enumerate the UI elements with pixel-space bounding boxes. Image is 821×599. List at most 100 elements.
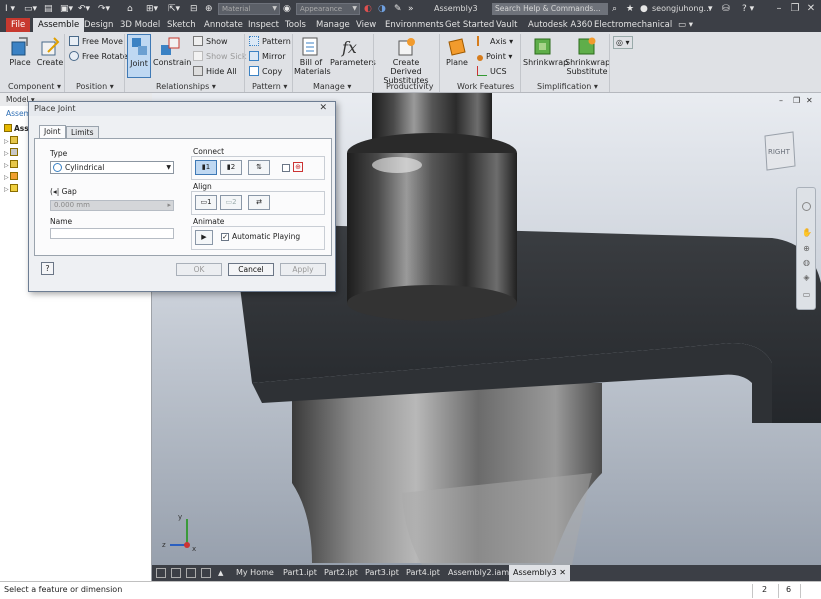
tab-list-icon[interactable]: ▲ <box>218 565 223 581</box>
doc-tab-part3[interactable]: Part3.ipt <box>365 565 399 581</box>
doc-tab-assembly2[interactable]: Assembly2.iam <box>448 565 509 581</box>
tab-view[interactable]: View <box>351 18 381 32</box>
mirror-button[interactable]: Mirror <box>249 51 286 62</box>
apply-button[interactable]: Apply <box>280 263 326 276</box>
user-icon[interactable]: ● <box>640 3 648 15</box>
select-icon[interactable]: ⇱▾ <box>168 3 180 15</box>
doc-tab-assembly3[interactable]: Assembly3 ✕ <box>509 565 570 581</box>
hide-all-button[interactable]: Hide All <box>193 66 237 77</box>
joint-type-dropdown[interactable]: Cylindrical ▼ <box>50 161 174 174</box>
tab-electromechanical[interactable]: Electromechanical <box>589 18 677 32</box>
align-first-button[interactable]: ▭1 <box>195 195 217 210</box>
tab-vault[interactable]: Vault <box>491 18 522 32</box>
minimize-button[interactable]: – <box>772 2 786 15</box>
viewport-minimize-button[interactable]: – <box>779 96 783 105</box>
doc-tab-part2[interactable]: Part2.ipt <box>324 565 358 581</box>
joint-button[interactable]: Joint <box>127 34 151 78</box>
flip-alignment-button[interactable]: ⇄ <box>248 195 270 210</box>
dialog-close-button[interactable]: ✕ <box>319 103 327 113</box>
tab-sketch[interactable]: Sketch <box>162 18 201 32</box>
pattern-button[interactable]: Pattern <box>249 36 291 47</box>
play-button[interactable]: ▶ <box>195 230 213 245</box>
point-button[interactable]: Point ▾ <box>477 51 512 62</box>
connect-second-button[interactable]: ▮2 <box>220 160 242 175</box>
tab-inspect[interactable]: Inspect <box>243 18 284 32</box>
open-icon[interactable]: ▤ <box>44 3 53 15</box>
create-derived-substitutes-button[interactable]: Create Derived Substitutes <box>376 36 436 85</box>
tab-joint[interactable]: Joint <box>39 125 66 139</box>
tree-item[interactable]: ▷ <box>4 135 29 147</box>
viewport-close-button[interactable]: ✕ <box>806 96 813 105</box>
doc-tab-part1[interactable]: Part1.ipt <box>283 565 317 581</box>
align-second-button[interactable]: ▭2 <box>220 195 242 210</box>
redo-icon[interactable]: ↷▾ <box>98 3 110 15</box>
axis-button[interactable]: Axis ▾ <box>477 36 513 47</box>
pan-icon[interactable]: ✋ <box>802 228 812 237</box>
new-icon[interactable]: ▭▾ <box>24 3 37 15</box>
gap-field[interactable]: 0.000 mm ▸ <box>50 200 174 211</box>
tree-item[interactable]: ▷ <box>4 159 29 171</box>
doc-tab-my-home[interactable]: My Home <box>236 565 274 581</box>
simplification-group-label[interactable]: Simplification ▾ <box>537 81 598 92</box>
constrain-button[interactable]: Constrain <box>153 36 191 67</box>
update-icon[interactable]: ⊞▾ <box>146 3 158 15</box>
doc-tab-part4[interactable]: Part4.ipt <box>406 565 440 581</box>
create-button[interactable]: Create <box>36 36 64 67</box>
automatic-playing-checkbox[interactable]: ✓ <box>221 233 229 241</box>
name-field[interactable] <box>50 228 174 239</box>
tab-tools[interactable]: Tools <box>280 18 311 32</box>
copy-button[interactable]: Copy <box>249 66 282 77</box>
clear-appearance-icon[interactable]: ◐ <box>364 3 372 15</box>
zoom-icon[interactable]: ⊕ <box>802 244 811 253</box>
place-button[interactable]: Place <box>6 36 34 67</box>
material-combo[interactable]: Material ▼ <box>218 3 280 15</box>
view-face-icon[interactable]: ▭ <box>802 290 811 299</box>
arrange-icon[interactable] <box>201 568 211 578</box>
bill-of-materials-button[interactable]: Bill of Materials <box>294 36 331 76</box>
help-icon[interactable]: ? ▾ <box>742 3 754 15</box>
free-rotate-button[interactable]: Free Rotate <box>69 51 128 62</box>
viewport-restore-button[interactable]: ❐ <box>793 96 800 105</box>
component-group-label[interactable]: Component ▾ <box>8 81 61 92</box>
look-at-icon[interactable]: ◈ <box>802 273 811 282</box>
lock-icon[interactable]: ⊕ <box>293 162 303 172</box>
adjust-appearance-icon[interactable]: ◑ <box>378 3 386 15</box>
binoculars-icon[interactable]: ⌕ <box>612 3 617 15</box>
ucs-button[interactable]: UCS <box>477 66 507 77</box>
help-button[interactable]: ? <box>41 262 54 275</box>
parameters-button[interactable]: fx Parameters <box>330 36 376 67</box>
close-window-button[interactable]: ✕ <box>804 2 818 15</box>
save-icon[interactable]: ▣▾ <box>60 3 73 15</box>
user-name[interactable]: seongjuhong... <box>652 3 711 15</box>
tree-root[interactable]: Ass <box>4 123 29 135</box>
properties-icon[interactable]: ⊟ <box>190 3 198 15</box>
overflow-icon[interactable]: » <box>408 3 414 15</box>
connect-first-button[interactable]: ▮1 <box>195 160 217 175</box>
tree-item[interactable]: ▷ <box>4 147 29 159</box>
cancel-button[interactable]: Cancel <box>228 263 274 276</box>
tab-3d-model[interactable]: 3D Model <box>115 18 165 32</box>
undo-icon[interactable]: ↶▾ <box>78 3 90 15</box>
plane-button[interactable]: Plane <box>442 36 472 67</box>
user-dropdown-icon[interactable]: ▾ <box>708 3 713 15</box>
cart-icon[interactable]: ⛁ <box>722 3 730 15</box>
sketch-icon[interactable]: ✎ <box>394 3 402 15</box>
tab-environments[interactable]: Environments <box>380 18 449 32</box>
tab-design[interactable]: Design <box>79 18 118 32</box>
favorite-icon[interactable]: ★ <box>626 3 634 15</box>
relationships-group-label[interactable]: Relationships ▾ <box>156 81 216 92</box>
work-features-group-label[interactable]: Work Features <box>457 81 514 92</box>
dialog-title-bar[interactable]: Place Joint <box>29 102 335 116</box>
pattern-group-label[interactable]: Pattern ▾ <box>252 81 287 92</box>
free-move-button[interactable]: Free Move <box>69 36 123 47</box>
shrinkwrap-button[interactable]: Shrinkwrap <box>523 36 568 67</box>
productivity-group-label[interactable]: Productivity <box>386 81 433 92</box>
tab-manage[interactable]: Manage <box>311 18 355 32</box>
position-group-label[interactable]: Position ▾ <box>76 81 114 92</box>
tree-item[interactable]: ▷ <box>4 183 29 195</box>
tab-assemble[interactable]: Assemble <box>33 18 85 32</box>
manage-group-label[interactable]: Manage ▾ <box>313 81 351 92</box>
tree-item[interactable]: ▷ <box>4 171 29 183</box>
ribbon-extra-dropdown[interactable]: ◎ ▾ <box>613 36 633 49</box>
tile-horizontal-icon[interactable] <box>156 568 166 578</box>
